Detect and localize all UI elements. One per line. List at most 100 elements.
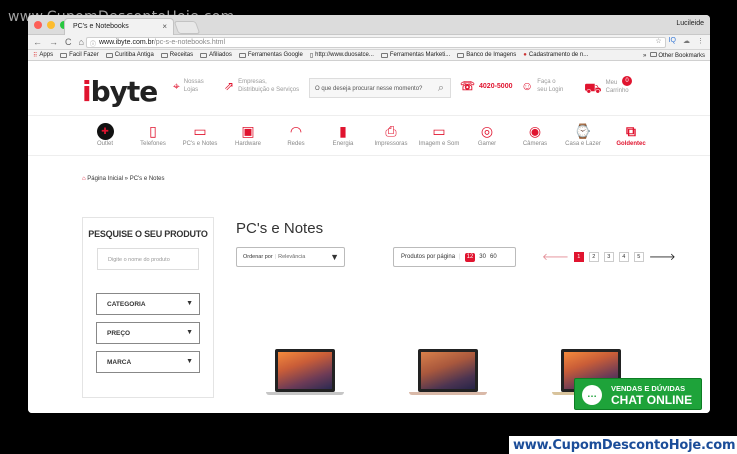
page-4[interactable]: 4 [618,252,629,262]
bookmark-star-icon[interactable]: ☆ [655,37,661,45]
new-tab-button[interactable] [173,21,201,34]
site-favicon-icon: ● [523,52,527,58]
category-redes[interactable]: ◠ Redes [271,121,321,148]
tv-icon: ▭ [432,122,446,139]
url-input[interactable]: ⓘ www.ibyte.com.br/pc-s-e-notebooks.html [86,37,666,48]
folder-icon [238,52,246,58]
breadcrumb-home-link[interactable]: Página Inicial [87,176,123,182]
chat-online-button[interactable]: … VENDAS E DÚVIDAS CHAT ONLINE [574,378,702,410]
product-image[interactable] [409,349,487,395]
extension-icon[interactable]: IQ [669,37,676,45]
bookmark-link[interactable]: ▯ http://www.duosatce... [310,52,374,59]
filter-preco[interactable]: PREÇO ▼ [96,322,200,344]
category-casa-lazer[interactable]: ⌚ Casa e Lazer [558,121,608,148]
business-link[interactable]: ⇗ Empresas, Distribuição e Serviços [224,79,299,95]
bookmark-folder[interactable]: Banco de Imagens [457,52,516,58]
bookmark-folder[interactable]: Ferramentas Marketi... [380,52,450,58]
folder-icon [380,52,388,58]
breadcrumb: ⌂ Página Inicial » PC's e Notes [82,176,165,182]
profile-name[interactable]: Lucileide [676,20,704,27]
battery-icon: ▮ [339,122,347,139]
ibyte-logo[interactable]: ibyte [82,75,158,108]
page-3[interactable]: 3 [603,252,614,262]
bookmark-folder[interactable]: Receitas [160,52,193,58]
product-search-input[interactable]: Digite o nome do produto [97,248,199,270]
folder-icon [649,52,657,57]
close-window-button[interactable] [34,21,42,29]
prev-page-icon[interactable]: 🡐 [542,251,569,263]
watch-icon: ⌚ [574,122,592,139]
folder-icon [105,52,113,58]
category-imagem-som[interactable]: ▭ Imagem e Som [414,121,464,148]
product-card[interactable] [242,324,364,413]
order-by-select[interactable]: Ordenar por | Relevância ▼ [236,247,345,267]
category-impressoras[interactable]: ⎙ Impressoras [366,121,416,148]
other-bookmarks[interactable]: » Other Bookmarks [643,52,705,59]
bookmark-folder[interactable]: Ferramentas Google [238,52,303,58]
title-bar: PC's e Notebooks × Lucileide [28,15,710,35]
goldentec-icon: ⧉ [626,122,636,139]
sidebar-title: PESQUISE O SEU PRODUTO [88,229,208,239]
product-card[interactable] [385,324,507,413]
filter-marca[interactable]: MARCA ▼ [96,351,200,373]
printer-icon: ⎙ [385,122,397,139]
category-outlet[interactable]: ✚ Outlet [80,121,130,147]
category-telefones[interactable]: ▯ Telefones [128,121,178,148]
folder-icon [60,52,68,58]
category-pcs-notes[interactable]: ▭ PC's e Notes [175,121,225,148]
per-page-30[interactable]: 30 [479,254,486,266]
login-link[interactable]: ☺ Faça o seu Login [521,79,563,95]
pagination: 🡐 1 2 3 4 5 🡒 [542,251,676,263]
category-hardware[interactable]: ▣ Hardware [223,121,273,148]
user-icon: ☺ [521,79,534,93]
per-page-60[interactable]: 60 [490,254,497,266]
bookmark-link[interactable]: ● Cadastramento de n... [523,52,588,58]
per-page-12[interactable]: 12 [464,253,476,262]
page-1[interactable]: 1 [573,252,584,262]
laptop-icon: ▭ [193,122,207,139]
tab-title: PC's e Notebooks [73,23,129,30]
extension-icon-2[interactable]: ☁ [683,37,690,45]
site-header: ibyte ⌖ Nossas Lojas ⇗ Empresas, Distribui… [28,61,710,116]
chevron-down-icon: ▼ [330,252,339,262]
home-icon: ⌂ [82,176,86,182]
camera-icon: ◉ [528,122,542,139]
category-goldentec[interactable]: ⧉ Goldentec [606,121,656,148]
wifi-icon: ◠ [289,122,303,139]
gamepad-icon: ◎ [480,122,494,139]
chevron-down-icon: ▼ [186,358,193,365]
filter-sidebar: PESQUISE O SEU PRODUTO Digite o nome do … [82,217,214,398]
filter-categoria[interactable]: CATEGORIA ▼ [96,293,200,315]
breadcrumb-current: PC's e Notes [129,176,165,182]
bookmark-folder[interactable]: Afiliados [200,52,232,58]
product-image[interactable] [266,349,344,395]
search-icon[interactable]: ⌕ [438,82,444,95]
bookmark-folder[interactable]: Curitiba Antiga [105,52,154,58]
category-nav: ✚ Outlet ▯ Telefones ▭ PC's e Notes ▣ Hardwa… [28,116,710,156]
stores-link[interactable]: ⌖ Nossas Lojas [173,79,204,95]
tab-close-icon[interactable]: × [162,22,167,31]
page-5[interactable]: 5 [633,252,644,262]
products-per-page: Produtos por página | 12 30 60 [393,247,516,267]
category-gamer[interactable]: ◎ Gamer [462,121,512,148]
forward-icon[interactable]: → [49,37,58,47]
bookmark-folder[interactable]: Facil Fazer [60,52,99,58]
browser-tab[interactable]: PC's e Notebooks × [64,18,174,35]
search-input[interactable]: O que deseja procurar nesse momento? ⌕ [309,78,451,98]
outlet-icon: ✚ [96,122,114,140]
page-info-icon[interactable]: ⓘ [90,39,96,48]
bookmark-apps[interactable]: ⠿ Apps [33,52,53,59]
category-energia[interactable]: ▮ Energia [318,121,368,148]
folder-icon [457,52,465,58]
home-icon[interactable]: ⌂ [79,37,84,47]
category-cameras[interactable]: ◉ Câmeras [510,121,560,148]
folder-icon [160,52,168,58]
page-2[interactable]: 2 [588,252,599,262]
reload-icon[interactable]: C [65,37,72,47]
cart-count-badge: 0 [622,76,632,86]
menu-icon[interactable]: ⋮ [697,37,704,45]
cart-icon: ⛟ [584,80,602,96]
minimize-window-button[interactable] [47,21,55,29]
next-page-icon[interactable]: 🡒 [649,251,676,263]
back-icon[interactable]: ← [33,37,42,47]
